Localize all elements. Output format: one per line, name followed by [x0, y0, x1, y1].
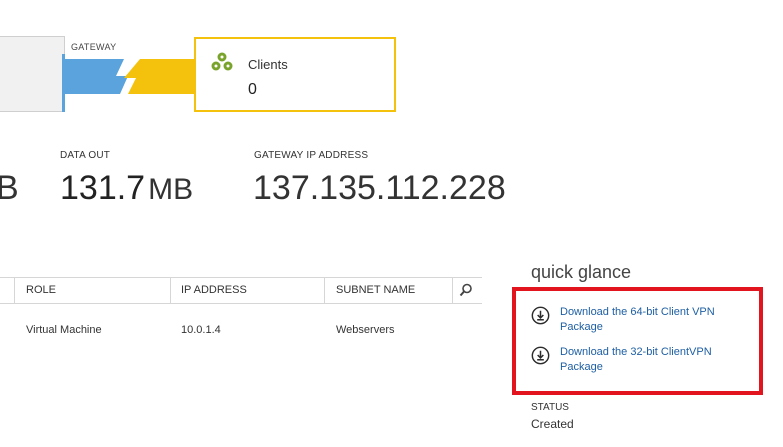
search-icon[interactable] [459, 283, 473, 297]
gateway-connector-yellow [124, 59, 196, 94]
cell-subnet-name: Webservers [336, 324, 395, 336]
highlight-frame [512, 287, 763, 395]
download-icon [531, 306, 550, 325]
cell-role: Virtual Machine [26, 324, 102, 336]
column-header-ip-address[interactable]: IP ADDRESS [181, 284, 247, 296]
column-separator [14, 278, 15, 303]
column-header-subnet-name[interactable]: SUBNET NAME [336, 284, 415, 296]
gateway-connector [62, 54, 196, 112]
virtual-network-box[interactable] [0, 36, 65, 112]
gateway-label: GATEWAY [71, 42, 117, 52]
column-separator [452, 278, 453, 303]
data-out-value: 131.7 [60, 169, 146, 207]
data-in-value-partial: B [0, 169, 19, 207]
cell-ip-address: 10.0.1.4 [181, 324, 221, 336]
download-64bit-vpn-link[interactable]: Download the 64-bit Client VPN Package [531, 305, 751, 335]
quick-glance-title: quick glance [531, 262, 632, 282]
download-64bit-vpn-label[interactable]: Download the 64-bit Client VPN Package [560, 305, 745, 335]
status-label: STATUS [531, 402, 569, 413]
data-out-stat: 131.7 MB [60, 169, 193, 208]
gateway-ip-value: 137.135.112.228 [253, 169, 506, 207]
gateway-connector-bar [62, 54, 65, 112]
table-top-border [0, 277, 482, 278]
clients-icon [211, 52, 233, 71]
column-separator [170, 278, 171, 303]
gateway-ip-label: GATEWAY IP ADDRESS [254, 150, 369, 161]
data-out-unit: MB [148, 173, 194, 206]
column-header-role[interactable]: ROLE [26, 284, 56, 296]
download-icon [531, 346, 550, 365]
download-32bit-vpn-label[interactable]: Download the 32-bit ClientVPN Package [560, 345, 745, 375]
status-value: Created [531, 417, 574, 431]
table-header-border [0, 303, 482, 304]
data-out-label: DATA OUT [60, 150, 111, 161]
gateway-connector-blue [65, 59, 128, 94]
clients-count: 0 [248, 81, 257, 98]
clients-title: Clients [248, 57, 288, 72]
download-32bit-vpn-link[interactable]: Download the 32-bit ClientVPN Package [531, 345, 751, 375]
clients-tile[interactable]: Clients 0 [194, 37, 396, 112]
column-separator [324, 278, 325, 303]
